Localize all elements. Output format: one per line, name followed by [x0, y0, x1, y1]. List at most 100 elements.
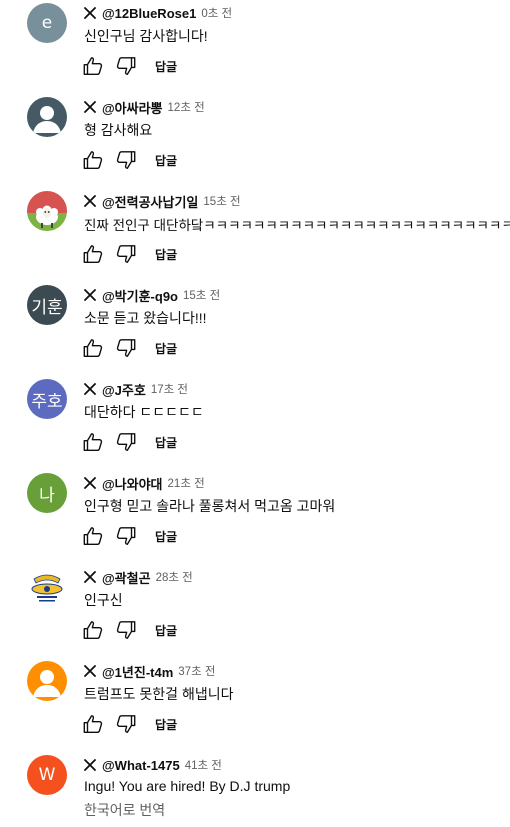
thumbs-up-icon[interactable] — [82, 337, 104, 359]
avatar-letter: W — [38, 765, 56, 785]
reply-button[interactable]: 답글 — [155, 528, 177, 545]
comment-time[interactable]: 28초 전 — [156, 569, 193, 585]
comment-header: @J주호 17초 전 — [84, 380, 188, 398]
comment-time[interactable]: 0초 전 — [201, 5, 232, 21]
comment-text: 트럼프도 못한걸 해냅니다 — [84, 686, 234, 702]
comment-time[interactable]: 41초 전 — [185, 757, 222, 773]
avatar[interactable]: 기훈 — [27, 285, 67, 325]
x-icon — [84, 101, 96, 113]
avatar[interactable]: e — [27, 3, 67, 43]
thumbs-down-icon[interactable] — [115, 55, 137, 77]
thumbs-down-icon[interactable] — [115, 619, 137, 641]
comment-actions: 답글 — [82, 524, 177, 548]
comment-time[interactable]: 37초 전 — [178, 663, 215, 679]
thumbs-up-icon[interactable] — [82, 713, 104, 735]
comment-item: @1년진-t4m 37초 전 트럼프도 못한걸 해냅니다 답글 — [0, 658, 510, 752]
reply-button[interactable]: 답글 — [155, 716, 177, 733]
thumbs-down-icon[interactable] — [115, 713, 137, 735]
x-icon — [84, 477, 96, 489]
avatar[interactable]: W — [27, 755, 67, 795]
thumbs-down-icon[interactable] — [115, 431, 137, 453]
comment-text: 신인구님 감사합니다! — [84, 28, 208, 44]
comment-header: @박기훈-q9o 15초 전 — [84, 286, 220, 304]
avatar[interactable] — [27, 97, 67, 137]
x-icon — [84, 665, 96, 677]
avatar[interactable]: 주호 — [27, 379, 67, 419]
comment-header: @1년진-t4m 37초 전 — [84, 662, 215, 680]
x-icon — [84, 571, 96, 583]
comment-time[interactable]: 15초 전 — [203, 193, 240, 209]
reply-button[interactable]: 답글 — [155, 246, 177, 263]
comment-actions: 답글 — [82, 618, 177, 642]
comment-header: @What-1475 41초 전 — [84, 756, 222, 774]
comment-item: 기훈 @박기훈-q9o 15초 전 소문 듣고 왔습니다!!! 답글 — [0, 282, 510, 376]
reply-button[interactable]: 답글 — [155, 58, 177, 75]
comment-time[interactable]: 21초 전 — [168, 475, 205, 491]
x-icon — [84, 759, 96, 771]
thumbs-down-icon[interactable] — [115, 525, 137, 547]
comment-actions: 답글 — [82, 242, 177, 266]
thumbs-up-icon[interactable] — [82, 243, 104, 265]
comment-author[interactable]: @12BlueRose1 — [102, 6, 196, 21]
comment-text: 인구신 — [84, 592, 123, 608]
comment-header: @아싸라뽕 12초 전 — [84, 98, 205, 116]
comment-author[interactable]: @What-1475 — [102, 758, 180, 773]
reply-button[interactable]: 답글 — [155, 340, 177, 357]
x-icon — [84, 289, 96, 301]
reply-button[interactable]: 답글 — [155, 622, 177, 639]
x-icon — [84, 383, 96, 395]
comment-text: Ingu! You are hired! By D.J trump — [84, 778, 291, 794]
avatar[interactable] — [27, 191, 67, 231]
default-person-icon — [33, 106, 61, 133]
comment-actions: 답글 — [82, 54, 177, 78]
thumbs-up-icon[interactable] — [82, 431, 104, 453]
comment-time[interactable]: 17초 전 — [151, 381, 188, 397]
avatar-letter: 나 — [39, 485, 55, 506]
thumbs-up-icon[interactable] — [82, 619, 104, 641]
comment-header: @12BlueRose1 0초 전 — [84, 4, 232, 22]
comment-item: @곽철곤 28초 전 인구신 답글 — [0, 564, 510, 658]
comment-item: 주호 @J주호 17초 전 대단하다 ㄷㄷㄷㄷㄷ 답글 — [0, 376, 510, 470]
thumbs-up-icon[interactable] — [82, 525, 104, 547]
translate-link[interactable]: 한국어로 번역 — [84, 800, 165, 820]
comment-text: 형 감사해요 — [84, 122, 153, 138]
comment-time[interactable]: 15초 전 — [183, 287, 220, 303]
thumbs-up-icon[interactable] — [82, 55, 104, 77]
avatar[interactable] — [27, 567, 67, 607]
comment-author[interactable]: @나와야대 — [102, 474, 163, 493]
comment-author[interactable]: @아싸라뽕 — [102, 98, 163, 117]
comment-text: 인구형 믿고 솔라나 풀롱쳐서 먹고옴 고마워 — [84, 498, 336, 514]
x-icon — [84, 195, 96, 207]
comment-author[interactable]: @박기훈-q9o — [102, 286, 178, 305]
comment-author[interactable]: @곽철곤 — [102, 568, 151, 587]
comment-time[interactable]: 12초 전 — [168, 99, 205, 115]
comment-author[interactable]: @J주호 — [102, 380, 146, 399]
comment-header: @나와야대 21초 전 — [84, 474, 205, 492]
thumbs-up-icon[interactable] — [82, 149, 104, 171]
sheep-icon — [27, 191, 67, 231]
avatar-letter: e — [41, 13, 53, 33]
thumbs-down-icon[interactable] — [115, 337, 137, 359]
comment-actions: 답글 — [82, 430, 177, 454]
comment-author[interactable]: @1년진-t4m — [102, 662, 173, 681]
comment-actions: 답글 — [82, 336, 177, 360]
comment-actions: 답글 — [82, 712, 177, 736]
reply-button[interactable]: 답글 — [155, 434, 177, 451]
comment-item: @아싸라뽕 12초 전 형 감사해요 답글 — [0, 94, 510, 188]
comment-author[interactable]: @전력공사납기일 — [102, 192, 198, 211]
comment-header: @곽철곤 28초 전 — [84, 568, 193, 586]
comment-text: 진짜 전인구 대단하닼ㅋㅋㅋㅋㅋㅋㅋㅋㅋㅋㅋㅋㅋㅋㅋㅋㅋㅋㅋㅋㅋㅋㅋㅋㅋ — [84, 218, 510, 233]
reply-button[interactable]: 답글 — [155, 152, 177, 169]
avatar-letter: 기훈 — [31, 297, 63, 318]
comment-item: 나 @나와야대 21초 전 인구형 믿고 솔라나 풀롱쳐서 먹고옴 고마워 답글 — [0, 470, 510, 564]
x-icon — [84, 7, 96, 19]
comment-actions: 답글 — [82, 148, 177, 172]
comment-item: W @What-1475 41초 전 Ingu! You are hired! … — [0, 752, 510, 827]
comment-text: 소문 듣고 왔습니다!!! — [84, 310, 207, 326]
comment-item: e @12BlueRose1 0초 전 신인구님 감사합니다! 답글 — [0, 0, 510, 94]
comment-text: 대단하다 ㄷㄷㄷㄷㄷ — [84, 404, 204, 420]
avatar[interactable] — [27, 661, 67, 701]
avatar[interactable]: 나 — [27, 473, 67, 513]
thumbs-down-icon[interactable] — [115, 149, 137, 171]
thumbs-down-icon[interactable] — [115, 243, 137, 265]
